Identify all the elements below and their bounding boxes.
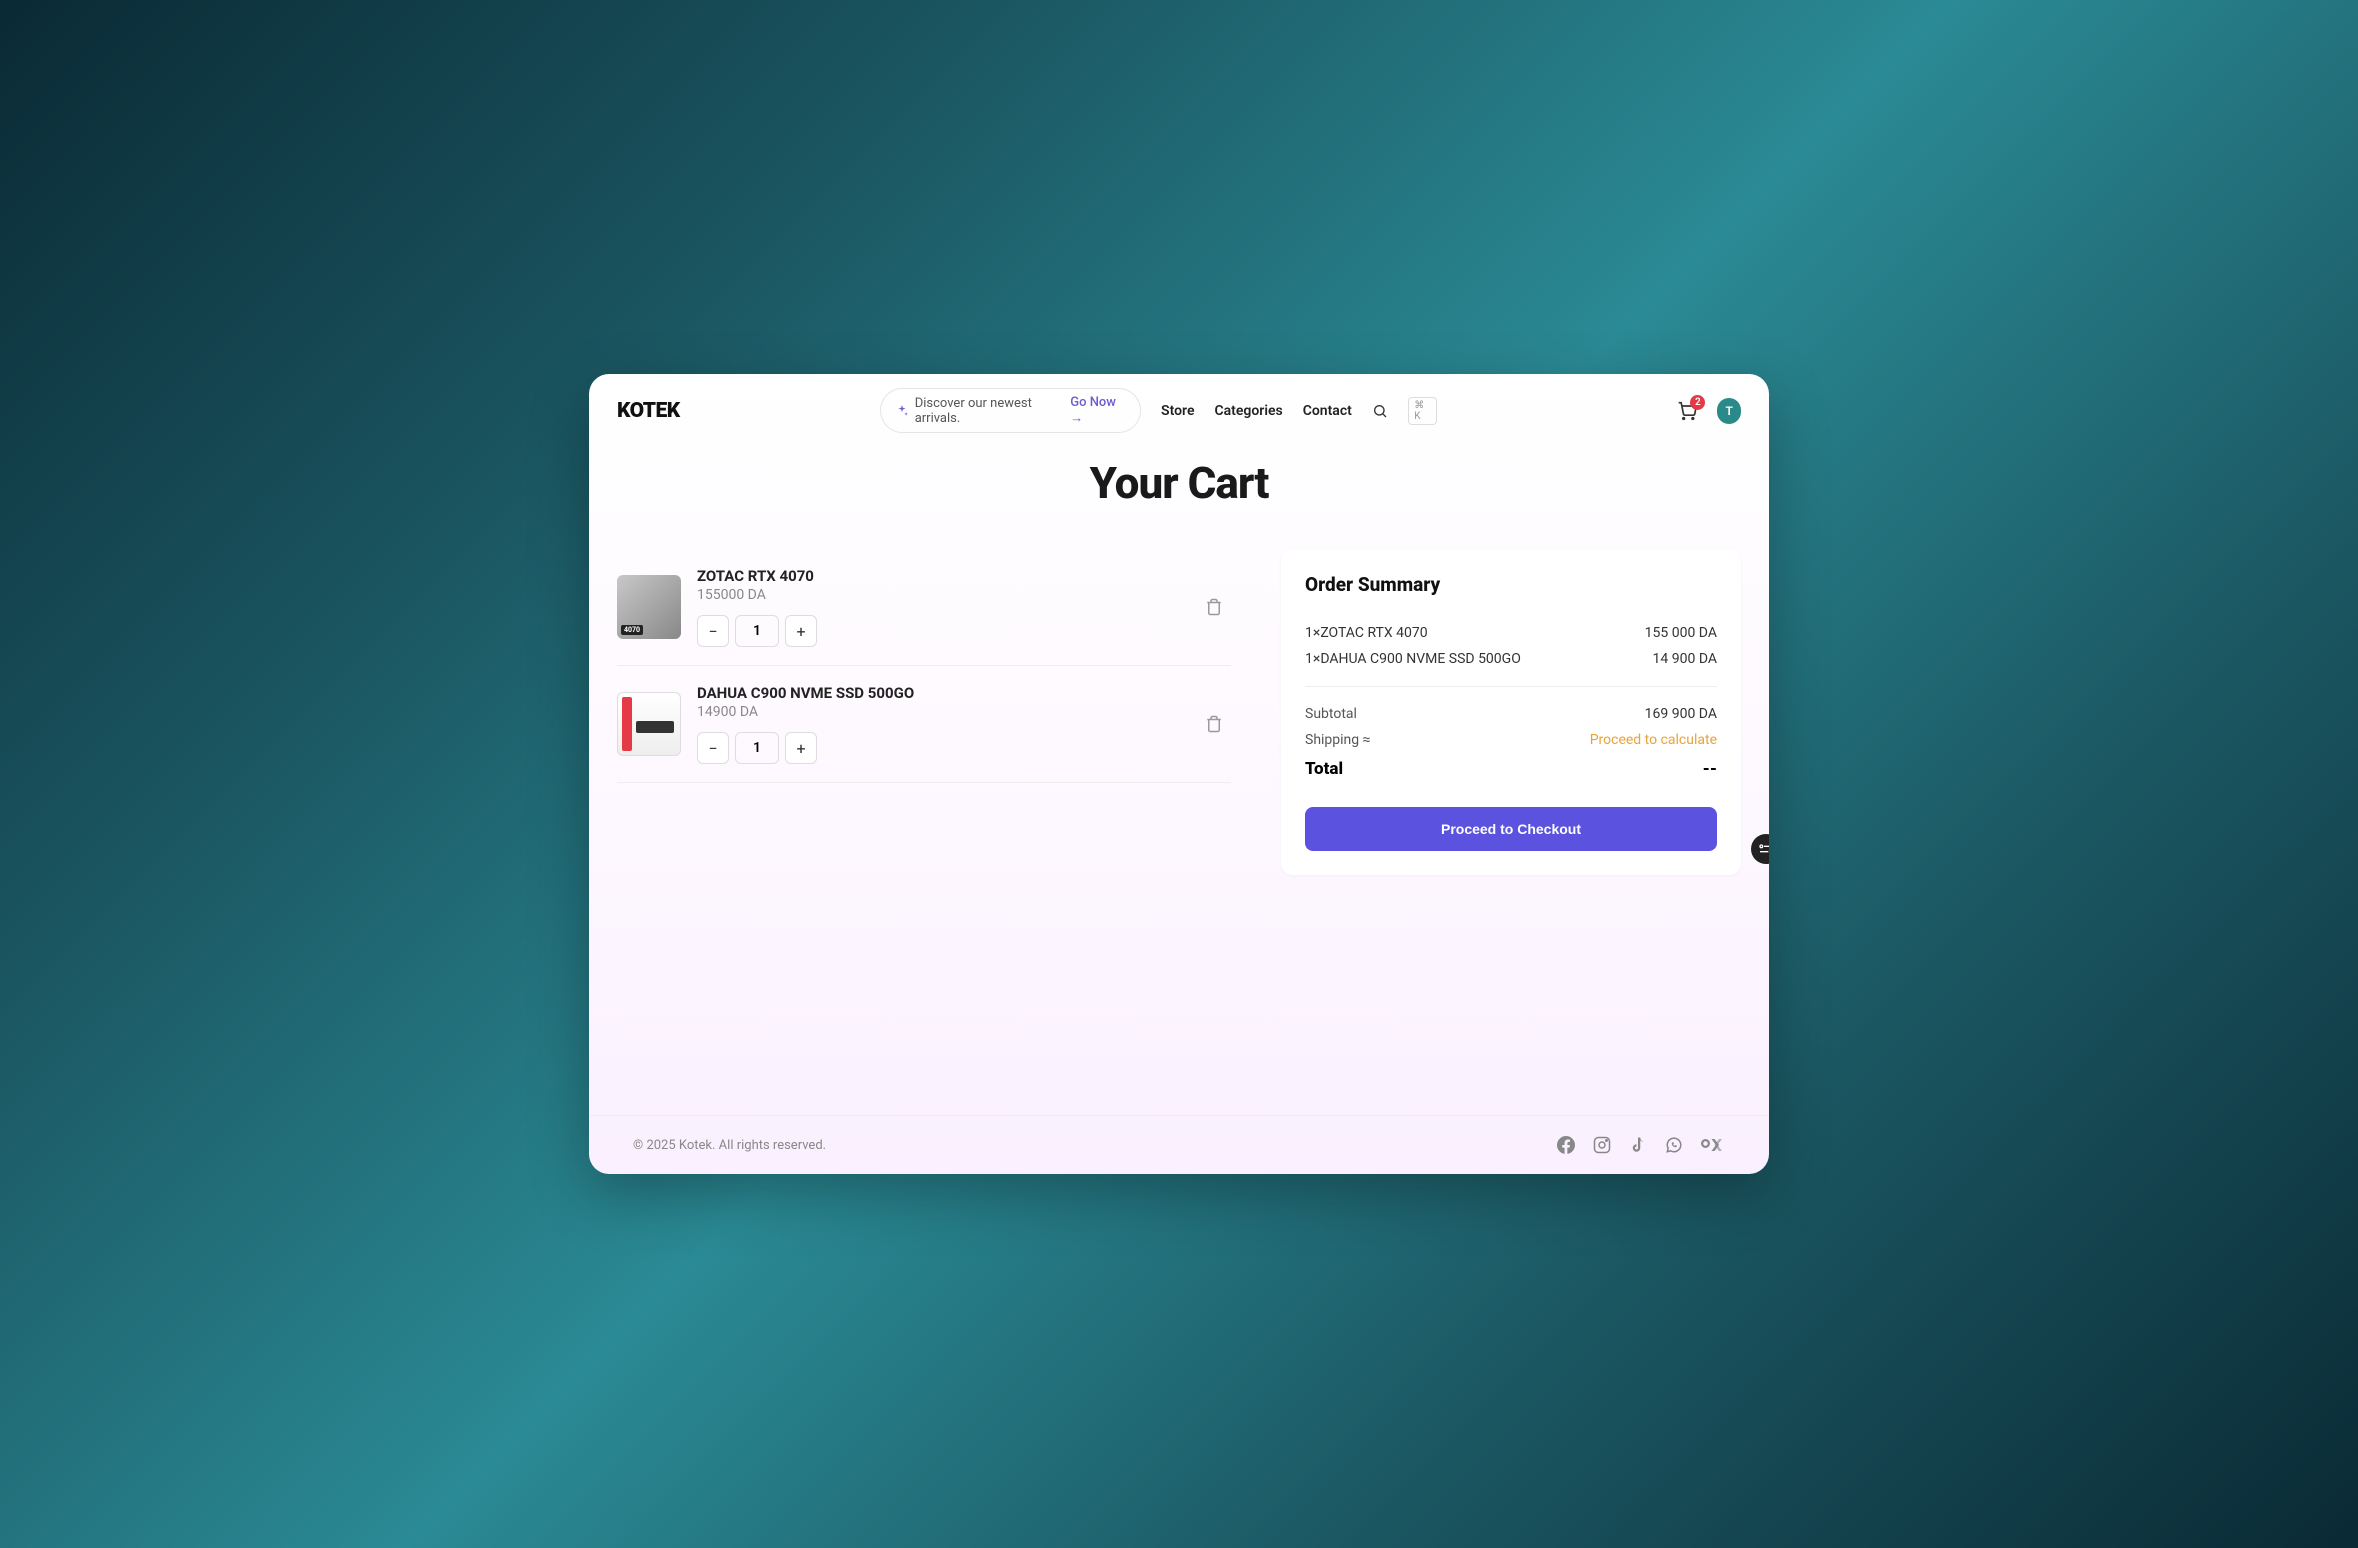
tiktok-icon[interactable]: [1629, 1136, 1647, 1154]
qty-decrease-button[interactable]: −: [697, 615, 729, 647]
nav: Store Categories Contact: [1161, 403, 1352, 419]
cart-item: ZOTAC RTX 4070 155000 DA − 1 +: [617, 549, 1231, 666]
item-name: ZOTAC RTX 4070: [697, 567, 1181, 585]
item-price: 155000 DA: [697, 587, 1181, 603]
page-title: Your Cart: [589, 457, 1769, 509]
facebook-icon[interactable]: [1557, 1136, 1575, 1154]
cart-item: DAHUA C900 NVME SSD 500GO 14900 DA − 1 +: [617, 666, 1231, 783]
subtotal-row: Subtotal 169 900 DA: [1305, 701, 1717, 727]
remove-item-button[interactable]: [1197, 707, 1231, 741]
nav-categories[interactable]: Categories: [1215, 403, 1283, 419]
item-price: 14900 DA: [697, 704, 1181, 720]
remove-item-button[interactable]: [1197, 590, 1231, 624]
nav-contact[interactable]: Contact: [1303, 403, 1352, 419]
cart-badge: 2: [1690, 395, 1705, 410]
qty-value: 1: [735, 732, 779, 764]
shipping-row: Shipping ≈ Proceed to calculate: [1305, 727, 1717, 753]
product-thumbnail[interactable]: [617, 575, 681, 639]
footer: © 2025 Kotek. All rights reserved.: [589, 1115, 1769, 1174]
proceed-calculate-link[interactable]: Proceed to calculate: [1590, 732, 1717, 748]
summary-heading: Order Summary: [1305, 573, 1717, 596]
nav-store[interactable]: Store: [1161, 403, 1194, 419]
product-thumbnail[interactable]: [617, 692, 681, 756]
cart-list: ZOTAC RTX 4070 155000 DA − 1 + DAHUA C90…: [617, 549, 1231, 875]
go-now-link[interactable]: Go Now →: [1070, 395, 1126, 426]
discover-text: Discover our newest arrivals.: [915, 396, 1065, 426]
qty-decrease-button[interactable]: −: [697, 732, 729, 764]
checkout-button[interactable]: Proceed to Checkout: [1305, 807, 1717, 851]
kbd-hint: ⌘ K: [1408, 397, 1437, 425]
cart-button[interactable]: 2: [1677, 401, 1697, 421]
sparkle-icon: [895, 404, 909, 418]
header: KOTEK Discover our newest arrivals. Go N…: [589, 374, 1769, 447]
qty-increase-button[interactable]: +: [785, 615, 817, 647]
order-summary: Order Summary 1×ZOTAC RTX 4070 155 000 D…: [1281, 549, 1741, 875]
total-row: Total --: [1305, 759, 1717, 779]
instagram-icon[interactable]: [1593, 1136, 1611, 1154]
marketplace-icon[interactable]: [1701, 1136, 1725, 1154]
copyright: © 2025 Kotek. All rights reserved.: [633, 1138, 826, 1153]
social-links: [1557, 1136, 1725, 1154]
summary-line: 1×DAHUA C900 NVME SSD 500GO 14 900 DA: [1305, 646, 1717, 672]
avatar[interactable]: T: [1717, 398, 1741, 424]
whatsapp-icon[interactable]: [1665, 1136, 1683, 1154]
logo[interactable]: KOTEK: [617, 399, 680, 423]
search-icon[interactable]: [1372, 402, 1388, 420]
summary-line: 1×ZOTAC RTX 4070 155 000 DA: [1305, 620, 1717, 646]
qty-value: 1: [735, 615, 779, 647]
discover-banner[interactable]: Discover our newest arrivals. Go Now →: [880, 388, 1141, 433]
item-name: DAHUA C900 NVME SSD 500GO: [697, 684, 1181, 702]
qty-increase-button[interactable]: +: [785, 732, 817, 764]
